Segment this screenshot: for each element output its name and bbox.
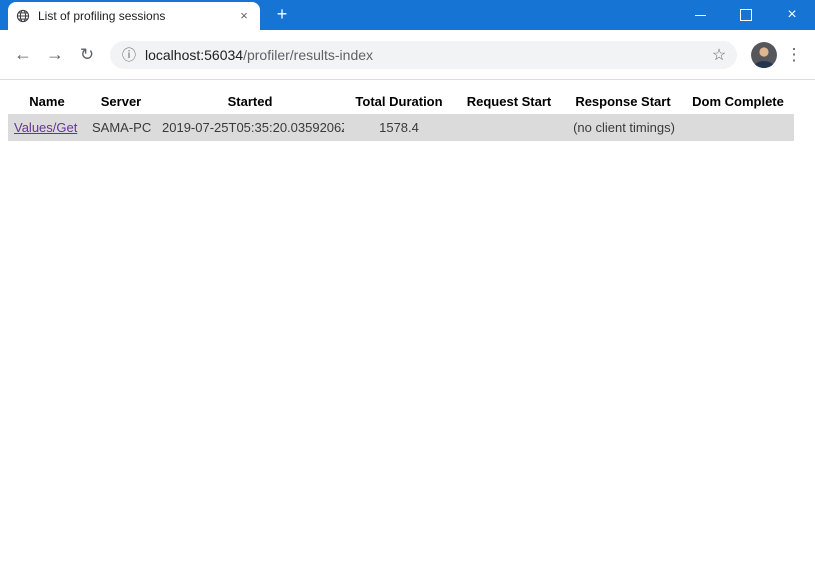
- table-row: Values/Get SAMA-PC 2019-07-25T05:35:20.0…: [8, 114, 794, 141]
- browser-window: List of profiling sessions × + × ← → ↻ ⓘ…: [0, 0, 815, 587]
- column-header-name: Name: [29, 94, 65, 109]
- address-bar[interactable]: ⓘ localhost:56034/profiler/results-index…: [110, 40, 737, 69]
- page-content: Name Server Started Total Duration Reque…: [0, 80, 815, 587]
- cell-total-duration: 1578.4: [379, 120, 419, 135]
- close-button[interactable]: ×: [769, 0, 815, 30]
- new-tab-button[interactable]: +: [268, 2, 296, 28]
- maximize-button[interactable]: [723, 0, 769, 30]
- close-icon: ×: [787, 6, 797, 23]
- browser-titlebar: List of profiling sessions × + ×: [0, 0, 815, 30]
- reload-button[interactable]: ↻: [72, 40, 102, 70]
- profile-result-link[interactable]: Values/Get: [14, 120, 77, 135]
- globe-favicon-icon: [16, 9, 30, 23]
- window-controls: ×: [677, 0, 815, 30]
- cell-name: Values/Get: [8, 114, 86, 141]
- minimize-icon: [694, 14, 706, 16]
- browser-menu-icon[interactable]: ⋮: [781, 45, 807, 65]
- column-header-started: Started: [227, 94, 273, 109]
- browser-toolbar: ← → ↻ ⓘ localhost:56034/profiler/results…: [0, 30, 815, 80]
- cell-server: SAMA-PC: [92, 120, 152, 135]
- column-header-dom-complete: Dom Complete: [692, 94, 784, 109]
- profiling-sessions-table: Name Server Started Total Duration Reque…: [8, 89, 794, 141]
- cell-client-timings: (no client timings): [573, 120, 675, 135]
- table-header-row: Name Server Started Total Duration Reque…: [8, 89, 794, 114]
- url-host: localhost:56034: [145, 46, 244, 63]
- bookmark-star-icon[interactable]: ☆: [707, 45, 731, 65]
- column-header-total-duration: Total Duration: [355, 94, 443, 109]
- reload-icon: ↻: [79, 44, 95, 64]
- maximize-icon: [740, 9, 752, 21]
- column-header-response-start: Response Start: [575, 94, 671, 109]
- tab-title: List of profiling sessions: [38, 9, 166, 23]
- url-path: /profiler/results-index: [243, 46, 374, 63]
- site-info-icon[interactable]: ⓘ: [122, 45, 136, 65]
- forward-button[interactable]: →: [40, 40, 70, 70]
- tab-close-icon[interactable]: ×: [236, 8, 252, 24]
- column-header-request-start: Request Start: [466, 94, 552, 109]
- cell-started: 2019-07-25T05:35:20.0359206Z: [162, 120, 344, 135]
- browser-tab[interactable]: List of profiling sessions ×: [8, 2, 260, 30]
- column-header-server: Server: [100, 94, 142, 109]
- profile-avatar[interactable]: [751, 41, 777, 68]
- forward-icon: →: [46, 44, 64, 64]
- minimize-button[interactable]: [677, 0, 723, 30]
- back-icon: ←: [14, 44, 32, 64]
- url-text: localhost:56034/profiler/results-index: [145, 47, 698, 63]
- back-button[interactable]: ←: [8, 40, 38, 70]
